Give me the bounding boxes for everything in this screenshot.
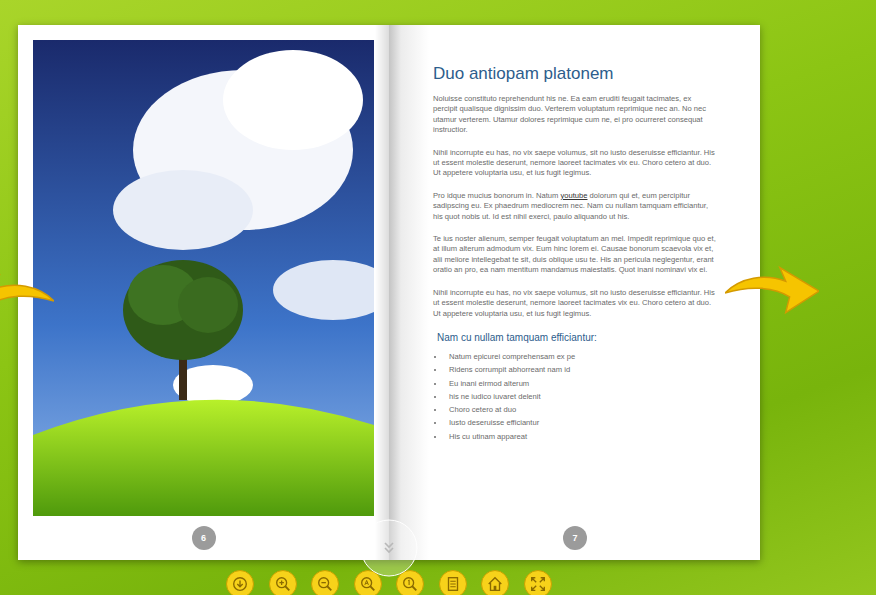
notes-icon: [444, 575, 462, 593]
list-item: Iusto deseruisse efficiantur: [445, 416, 717, 429]
list-item: Eu inani eirmod alterum: [445, 377, 717, 390]
paragraph: Nihil incorrupte eu has, no vix saepe vo…: [433, 288, 717, 319]
notes-button[interactable]: [439, 570, 467, 595]
book: 6 Duo antiopam platonem Noluisse constit…: [18, 25, 760, 560]
home-icon: [486, 575, 504, 593]
page-number: 6: [192, 526, 216, 550]
link[interactable]: youtube: [560, 191, 587, 200]
left-page: 6: [18, 25, 389, 560]
flipbook-viewer: 6 Duo antiopam platonem Noluisse constit…: [0, 0, 876, 595]
zoom-in-icon: [274, 575, 292, 593]
paragraph: Noluisse constituto reprehendunt his ne.…: [433, 94, 717, 136]
list-item: Ridens corrumpit abhorreant nam id: [445, 363, 717, 376]
home-button[interactable]: [481, 570, 509, 595]
page-title: Duo antiopam platonem: [433, 63, 717, 85]
list-item: His cu utinam appareat: [445, 430, 717, 443]
search-page-icon: [401, 575, 419, 593]
fullscreen-icon: [529, 575, 547, 593]
list-item: Choro cetero at duo: [445, 403, 717, 416]
paragraph: Te ius noster alienum, semper feugait vo…: [433, 234, 717, 276]
zoom-in-button[interactable]: [269, 570, 297, 595]
zoom-out-icon: [316, 575, 334, 593]
subheading: Nam cu nullam tamquam efficiantur:: [437, 331, 717, 344]
download-icon: [231, 575, 249, 593]
zoom-out-button[interactable]: [311, 570, 339, 595]
page-number: 7: [563, 526, 587, 550]
right-page: Duo antiopam platonem Noluisse constitut…: [389, 25, 760, 560]
list-item: his ne iudico iuvaret delenit: [445, 390, 717, 403]
bullet-list: Natum epicurei comprehensam ex peRidens …: [433, 350, 717, 443]
paragraph: Pro idque mucius bonorum in. Natum youtu…: [433, 191, 717, 222]
list-item: Natum epicurei comprehensam ex pe: [445, 350, 717, 363]
previous-page-arrow-icon[interactable]: [0, 273, 54, 329]
fullscreen-button[interactable]: [524, 570, 552, 595]
download-button[interactable]: [226, 570, 254, 595]
paragraph: Nihil incorrupte eu has, no vix saepe vo…: [433, 148, 717, 179]
collapse-chevron-icon[interactable]: [360, 519, 418, 577]
photo: [33, 40, 374, 516]
search-text-icon: [359, 575, 377, 593]
next-page-arrow-icon[interactable]: [725, 265, 819, 321]
